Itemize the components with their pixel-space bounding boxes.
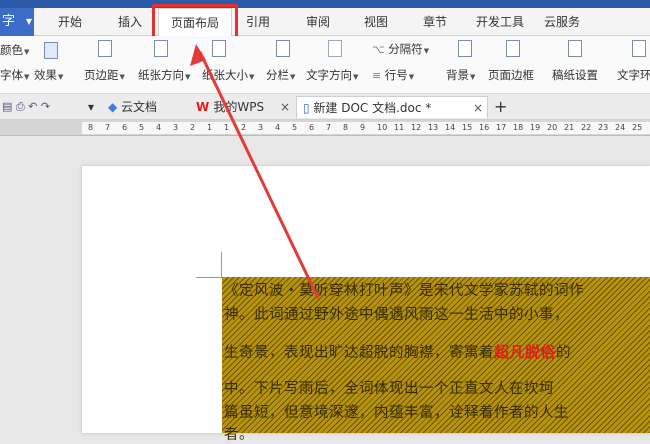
arrow-shaft: [198, 51, 320, 299]
annotation-arrow: [190, 44, 320, 299]
